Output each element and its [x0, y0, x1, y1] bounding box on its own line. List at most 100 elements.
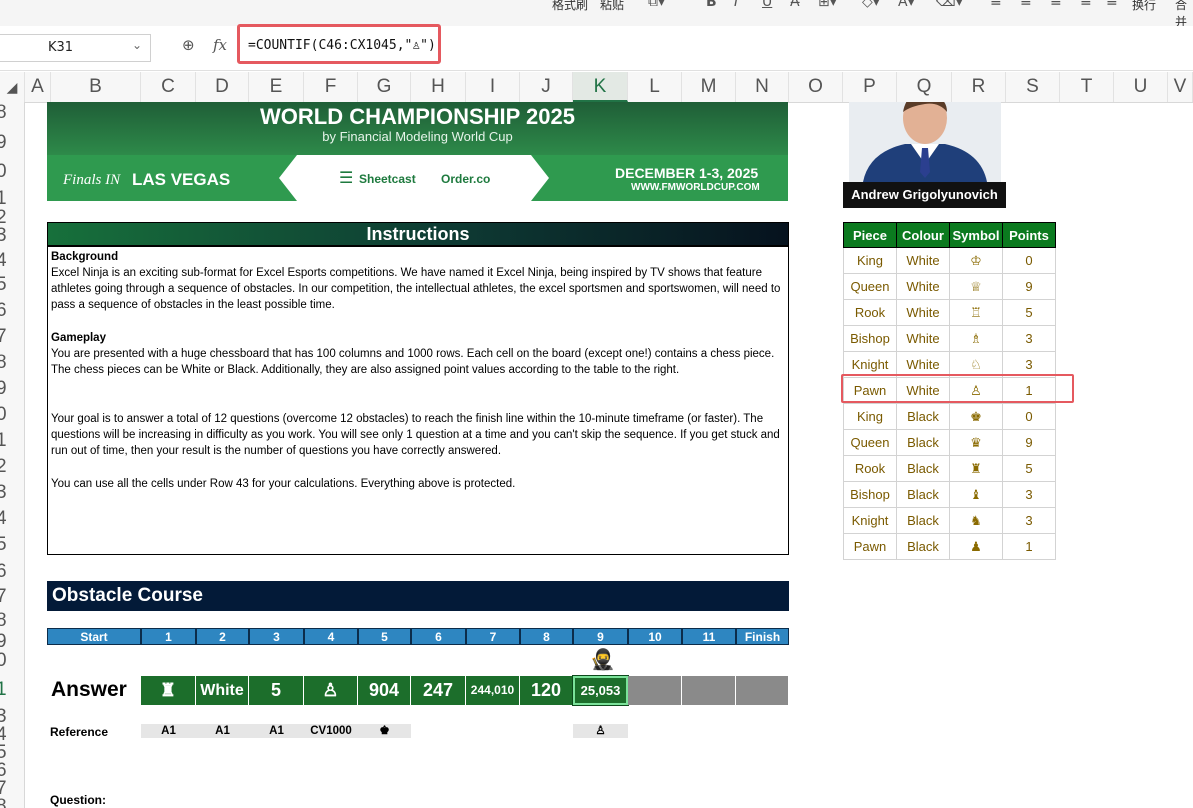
piece-cell[interactable]: Knight: [843, 507, 897, 534]
colour-cell[interactable]: Black: [896, 429, 950, 456]
piece-cell[interactable]: Rook: [843, 455, 897, 482]
font-color-icon[interactable]: A▾: [898, 0, 915, 10]
points-cell[interactable]: 1: [1002, 533, 1056, 560]
col-header-q[interactable]: Q: [897, 72, 952, 102]
colour-cell[interactable]: White: [896, 247, 950, 274]
symbol-cell[interactable]: ♖: [949, 299, 1003, 326]
italic-icon[interactable]: I: [734, 0, 738, 10]
answer-cell-11[interactable]: [682, 676, 736, 705]
col-header-s[interactable]: S: [1006, 72, 1060, 102]
row-header[interactable]: 7: [0, 326, 18, 348]
paste-button[interactable]: 粘贴: [600, 0, 624, 13]
answer-cell-1[interactable]: ♜: [141, 676, 196, 705]
col-header-h[interactable]: H: [411, 72, 466, 102]
clear-format-icon[interactable]: ⌫▾: [936, 0, 963, 10]
col-header-b[interactable]: B: [51, 72, 141, 102]
answer-cell-3[interactable]: 5: [249, 676, 304, 705]
col-header-v[interactable]: V: [1168, 72, 1193, 102]
row-header[interactable]: 1: [0, 430, 18, 452]
piece-cell[interactable]: Pawn: [843, 533, 897, 560]
symbol-cell[interactable]: ♜: [949, 455, 1003, 482]
zoom-formula-icon[interactable]: ⊕: [182, 36, 195, 54]
colour-cell[interactable]: Black: [896, 481, 950, 508]
piece-cell[interactable]: Queen: [843, 429, 897, 456]
points-cell[interactable]: 9: [1002, 273, 1056, 300]
reference-cell-5[interactable]: ♚: [358, 724, 411, 738]
answer-cell-12[interactable]: [736, 676, 789, 705]
col-header-m[interactable]: M: [682, 72, 736, 102]
row-header[interactable]: 0: [0, 650, 18, 672]
col-header-r[interactable]: R: [952, 72, 1006, 102]
colour-cell[interactable]: Black: [896, 403, 950, 430]
col-header-u[interactable]: U: [1114, 72, 1168, 102]
symbol-cell[interactable]: ♔: [949, 247, 1003, 274]
row-header[interactable]: 9: [0, 132, 18, 154]
answer-cell-7[interactable]: 244,010: [466, 676, 520, 705]
row-header[interactable]: 8: [0, 796, 18, 808]
row-header[interactable]: 8: [0, 352, 18, 374]
col-header-c[interactable]: C: [141, 72, 196, 102]
answer-cell-5[interactable]: 904: [358, 676, 411, 705]
underline-icon[interactable]: U: [762, 0, 772, 10]
points-cell[interactable]: 5: [1002, 455, 1056, 482]
answer-cell-9[interactable]: 25,053: [572, 675, 629, 706]
piece-cell[interactable]: King: [843, 247, 897, 274]
col-header-f[interactable]: F: [304, 72, 358, 102]
piece-cell[interactable]: Queen: [843, 273, 897, 300]
answer-cell-6[interactable]: 247: [411, 676, 466, 705]
col-header-o[interactable]: O: [789, 72, 843, 102]
row-header[interactable]: 6: [0, 561, 18, 583]
points-cell[interactable]: 0: [1002, 403, 1056, 430]
row-header[interactable]: 3: [0, 482, 18, 504]
answer-cell-4[interactable]: ♙: [304, 676, 358, 705]
chevron-down-icon[interactable]: ⌄: [132, 38, 142, 52]
format-painter-button[interactable]: 格式刷: [552, 0, 588, 13]
colour-cell[interactable]: White: [896, 299, 950, 326]
row-header[interactable]: 2: [0, 456, 18, 478]
symbol-cell[interactable]: ♟: [949, 533, 1003, 560]
fill-color-icon[interactable]: ◇▾: [862, 0, 880, 10]
col-header-t[interactable]: T: [1060, 72, 1114, 102]
colour-cell[interactable]: White: [896, 325, 950, 352]
row-header[interactable]: 7: [0, 586, 18, 608]
col-header-l[interactable]: L: [628, 72, 682, 102]
points-cell[interactable]: 5: [1002, 299, 1056, 326]
colour-cell[interactable]: Black: [896, 455, 950, 482]
reference-cell-9[interactable]: ♙: [573, 724, 628, 738]
bold-icon[interactable]: B: [706, 0, 717, 10]
answer-cell-2[interactable]: White: [196, 676, 249, 705]
col-header-p[interactable]: P: [843, 72, 897, 102]
row-header[interactable]: 0: [0, 404, 18, 426]
piece-cell[interactable]: Rook: [843, 299, 897, 326]
colour-cell[interactable]: Black: [896, 533, 950, 560]
answer-cell-10[interactable]: [628, 676, 682, 705]
col-header-n[interactable]: N: [736, 72, 789, 102]
wrap-text-button[interactable]: 换行: [1132, 0, 1156, 13]
points-cell[interactable]: 0: [1002, 247, 1056, 274]
piece-cell[interactable]: King: [843, 403, 897, 430]
row-header[interactable]: 8: [0, 102, 18, 124]
symbol-cell[interactable]: ♝: [949, 481, 1003, 508]
function-icon[interactable]: fx: [213, 36, 227, 54]
reference-cell-1[interactable]: A1: [141, 724, 196, 738]
row-header[interactable]: 8: [0, 610, 18, 632]
symbol-cell[interactable]: ♗: [949, 325, 1003, 352]
col-header-j[interactable]: J: [520, 72, 573, 102]
select-all-corner[interactable]: ◢: [0, 72, 25, 102]
row-header[interactable]: 4: [0, 250, 18, 272]
borders-icon[interactable]: ⊞▾: [818, 0, 837, 10]
row-header[interactable]: 6: [0, 300, 18, 322]
copy-icon[interactable]: ⧉▾: [648, 0, 665, 10]
row-header[interactable]: 4: [0, 508, 18, 530]
row-header[interactable]: 5: [0, 534, 18, 556]
distributed-icon[interactable]: ≡: [1106, 0, 1118, 10]
row-header[interactable]: 3: [0, 225, 18, 247]
row-header[interactable]: 5: [0, 274, 18, 296]
row-header-selected[interactable]: 1: [0, 679, 18, 701]
symbol-cell[interactable]: ♚: [949, 403, 1003, 430]
colour-cell[interactable]: White: [896, 273, 950, 300]
piece-cell[interactable]: Bishop: [843, 325, 897, 352]
align-center-icon[interactable]: ≡: [1020, 0, 1032, 10]
col-header-i[interactable]: I: [466, 72, 520, 102]
symbol-cell[interactable]: ♞: [949, 507, 1003, 534]
